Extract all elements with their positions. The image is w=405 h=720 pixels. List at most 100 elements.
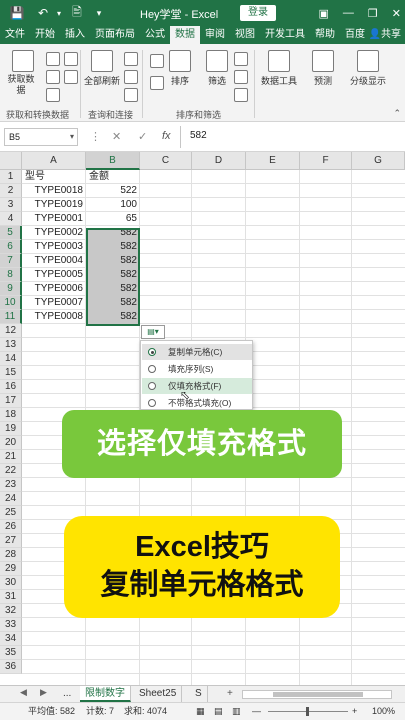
row-header[interactable]: 23 xyxy=(0,478,22,492)
row-header[interactable]: 35 xyxy=(0,646,22,660)
tab-view[interactable]: 视图 xyxy=(230,26,260,44)
row-header[interactable]: 36 xyxy=(0,660,22,674)
menu-item-fill-without-formatting[interactable]: 不带格式填充(O) xyxy=(142,395,252,411)
cell-amount[interactable]: 522 xyxy=(86,184,140,198)
get-data-button[interactable]: 获取数据 xyxy=(6,50,40,96)
menu-item-copy-cells[interactable]: 复制单元格(C) xyxy=(142,344,252,360)
row-header[interactable]: 2 xyxy=(0,184,22,198)
reapply-icon[interactable] xyxy=(234,70,248,84)
cell-type[interactable]: TYPE0008 xyxy=(22,310,86,324)
row-header[interactable]: 12 xyxy=(0,324,22,338)
cancel-icon[interactable]: ✕ xyxy=(112,130,121,143)
cell-type[interactable]: TYPE0002 xyxy=(22,226,86,240)
column-header-a[interactable]: A xyxy=(22,152,86,170)
row-header[interactable]: 21 xyxy=(0,450,22,464)
column-header-e[interactable]: E xyxy=(246,152,300,170)
cell-type[interactable]: TYPE0004 xyxy=(22,254,86,268)
recent-sources-icon[interactable] xyxy=(64,52,78,66)
row-header[interactable]: 16 xyxy=(0,380,22,394)
cell-type[interactable]: TYPE0007 xyxy=(22,296,86,310)
column-header-c[interactable]: C xyxy=(140,152,192,170)
tab-insert[interactable]: 插入 xyxy=(60,26,90,44)
zoom-thumb[interactable] xyxy=(306,707,309,716)
refresh-all-button[interactable]: 全部刷新 xyxy=(82,50,122,87)
cell-amount[interactable]: 100 xyxy=(86,198,140,212)
auto-fill-options-button[interactable]: ▤▾ xyxy=(141,325,165,339)
row-header[interactable]: 32 xyxy=(0,604,22,618)
data-tools-button[interactable]: 数据工具 xyxy=(258,50,300,87)
cell-type[interactable]: TYPE0006 xyxy=(22,282,86,296)
confirm-icon[interactable]: ✓ xyxy=(138,130,147,143)
cell-b1[interactable]: 金额 xyxy=(86,170,140,184)
sheet-tab-active[interactable]: 限制数字 xyxy=(80,686,131,702)
sort-button[interactable]: 排序 xyxy=(168,50,192,87)
close-icon[interactable]: ✕ xyxy=(392,7,401,20)
cell-type[interactable]: TYPE0001 xyxy=(22,212,86,226)
add-sheet-button[interactable]: + xyxy=(222,686,238,702)
scroll-right-icon[interactable]: ▶ xyxy=(40,687,47,698)
menu-item-fill-series[interactable]: 填充序列(S) xyxy=(142,361,252,377)
row-header[interactable]: 6 xyxy=(0,240,22,254)
row-header[interactable]: 13 xyxy=(0,338,22,352)
row-header[interactable]: 8 xyxy=(0,268,22,282)
forecast-button[interactable]: 预测 xyxy=(308,50,338,87)
tab-file[interactable]: 文件 xyxy=(0,26,30,44)
customize-icon[interactable]: ▾ xyxy=(88,0,110,26)
sheet-tab[interactable]: S xyxy=(190,686,208,702)
zoom-level[interactable]: 100% xyxy=(372,703,395,720)
tab-formulas[interactable]: 公式 xyxy=(140,26,170,44)
existing-connections-icon[interactable] xyxy=(64,70,78,84)
queries-connections-icon[interactable] xyxy=(124,52,138,66)
from-table-icon[interactable] xyxy=(46,88,60,102)
row-header[interactable]: 5 xyxy=(0,226,22,240)
formula-input[interactable]: 582 xyxy=(190,130,207,141)
cell-a1[interactable]: 型号 xyxy=(22,170,86,184)
row-header[interactable]: 14 xyxy=(0,352,22,366)
tab-home[interactable]: 开始 xyxy=(30,26,60,44)
minimize-icon[interactable]: — xyxy=(343,7,354,19)
row-header[interactable]: 24 xyxy=(0,492,22,506)
select-all-corner[interactable] xyxy=(0,152,22,170)
cell-type[interactable]: TYPE0018 xyxy=(22,184,86,198)
insert-function-icon[interactable]: fx xyxy=(162,130,171,142)
document-icon[interactable]: 🖹 xyxy=(66,0,88,26)
properties-icon[interactable] xyxy=(124,70,138,84)
row-header[interactable]: 27 xyxy=(0,534,22,548)
page-break-view-icon[interactable]: ▥ xyxy=(232,703,241,720)
scrollbar-thumb[interactable] xyxy=(273,692,363,697)
filter-button[interactable]: 筛选 xyxy=(204,50,230,87)
row-header[interactable]: 17 xyxy=(0,394,22,408)
column-header-f[interactable]: F xyxy=(300,152,352,170)
chevron-down-icon[interactable]: ▾ xyxy=(70,129,74,145)
tab-help[interactable]: 帮助 xyxy=(310,26,340,44)
cell-type[interactable]: TYPE0019 xyxy=(22,198,86,212)
tab-page-layout[interactable]: 页面布局 xyxy=(90,26,140,44)
row-header[interactable]: 19 xyxy=(0,422,22,436)
outline-button[interactable]: 分级显示 xyxy=(346,50,390,87)
row-header[interactable]: 9 xyxy=(0,282,22,296)
row-header[interactable]: 11 xyxy=(0,310,22,324)
horizontal-scrollbar[interactable] xyxy=(242,690,392,699)
clear-filter-icon[interactable] xyxy=(234,52,248,66)
advanced-filter-icon[interactable] xyxy=(234,88,248,102)
row-header[interactable]: 26 xyxy=(0,520,22,534)
collapse-ribbon-icon[interactable]: ⌃ xyxy=(393,108,401,119)
row-header[interactable]: 25 xyxy=(0,506,22,520)
row-header[interactable]: 33 xyxy=(0,618,22,632)
name-box[interactable]: B5 ▾ xyxy=(4,128,78,146)
column-header-g[interactable]: G xyxy=(352,152,405,170)
cell-type[interactable]: TYPE0005 xyxy=(22,268,86,282)
restore-icon[interactable]: ❐ xyxy=(368,7,378,20)
row-header[interactable]: 4 xyxy=(0,212,22,226)
row-header[interactable]: 18 xyxy=(0,408,22,422)
login-button[interactable]: 登录 xyxy=(240,5,276,21)
row-header[interactable]: 1 xyxy=(0,170,22,184)
row-header[interactable]: 7 xyxy=(0,254,22,268)
cell-amount[interactable]: 65 xyxy=(86,212,140,226)
from-text-icon[interactable] xyxy=(46,52,60,66)
row-header[interactable]: 28 xyxy=(0,548,22,562)
sheet-more[interactable]: ... xyxy=(58,686,76,702)
scroll-left-icon[interactable]: ◀ xyxy=(20,687,27,698)
row-header[interactable]: 34 xyxy=(0,632,22,646)
zoom-out-icon[interactable]: — xyxy=(252,703,261,720)
